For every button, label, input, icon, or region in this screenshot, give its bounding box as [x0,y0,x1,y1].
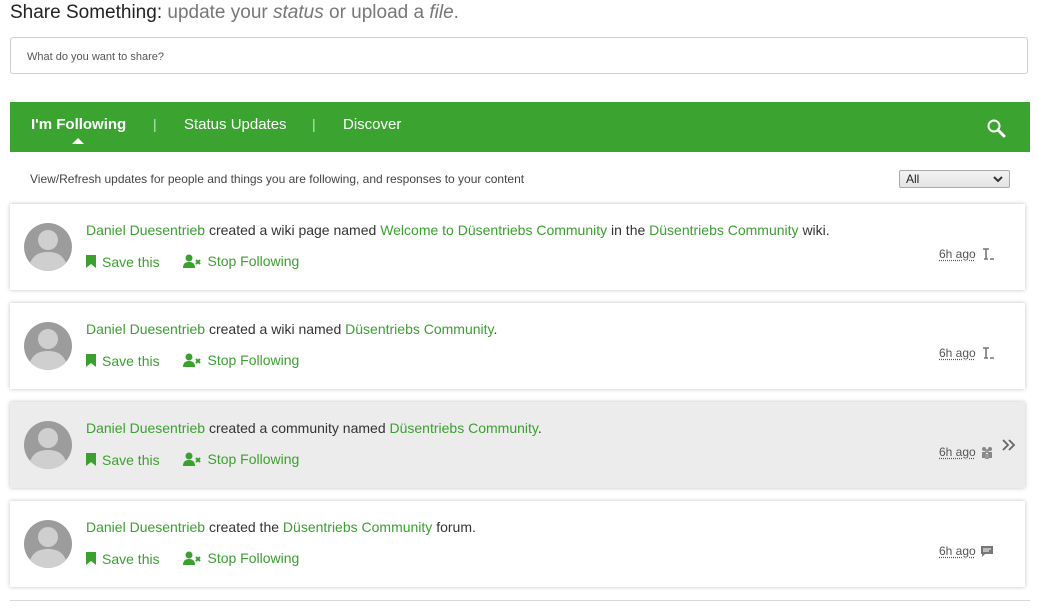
filter-description: View/Refresh updates for people and thin… [30,172,525,186]
share-heading: Share Something: update your status or u… [10,2,459,24]
filter-select[interactable]: All [899,170,1010,188]
unfollow-user-icon [183,452,202,466]
target-link[interactable]: Düsentriebs Community [345,321,493,337]
entry-actions: Save this Stop Following [86,352,319,370]
tab-discover[interactable]: Discover [343,116,401,133]
share-input[interactable] [25,46,1009,68]
stop-following-label: Stop Following [207,253,300,269]
entry-verb: created a wiki named [208,321,342,337]
share-text-end: . [453,2,459,23]
save-this-button[interactable]: Save this [86,551,160,567]
entry-tail: . [493,321,498,337]
entry-time: 6h ago [939,544,976,558]
entry-sentence: Daniel Duesentrieb created a wiki page n… [86,222,830,238]
user-link[interactable]: Daniel Duesentrieb [86,321,205,337]
save-this-label: Save this [102,451,160,468]
bookmark-icon [86,255,96,268]
active-tab-caret-icon [72,138,84,144]
entry-sentence: Daniel Duesentrieb created a wiki named … [86,321,497,337]
user-link[interactable]: Daniel Duesentrieb [86,222,205,238]
save-this-button[interactable]: Save this [86,254,160,270]
stop-following-button[interactable]: Stop Following [183,451,299,467]
entry-actions: Save this Stop Following [86,253,319,271]
unfollow-user-icon [183,551,202,565]
file-link[interactable]: file [429,2,453,23]
entry-meta: 6h ago [939,247,994,261]
expand-chevron-icon[interactable] [1001,438,1017,452]
share-box[interactable] [10,37,1028,74]
entry-time: 6h ago [939,346,976,360]
share-text-part2: or upload a [329,2,425,23]
save-this-label: Save this [102,550,160,567]
activity-entry: Daniel Duesentrieb created the Düsentrie… [10,501,1025,587]
stop-following-label: Stop Following [207,352,300,368]
divider [10,600,1030,601]
entry-verb: created a community named [208,420,386,436]
user-link[interactable]: Daniel Duesentrieb [86,519,205,535]
entry-tail: . [537,420,542,436]
stop-following-button[interactable]: Stop Following [183,253,299,269]
stream-navbar: I'm Following | Status Updates | Discove… [10,102,1030,152]
avatar[interactable] [24,520,72,568]
save-this-label: Save this [102,253,160,270]
avatar[interactable] [24,322,72,370]
entry-time: 6h ago [939,247,976,261]
filter-selected-value: All [906,172,920,186]
nav-separator: | [153,116,157,132]
stop-following-label: Stop Following [207,550,300,566]
wiki-icon [982,347,994,359]
unfollow-user-icon [183,353,202,367]
bookmark-icon [86,354,96,367]
entry-verb: created the [208,519,280,535]
share-text-part1: update your [167,2,268,23]
nav-separator: | [312,116,316,132]
search-icon[interactable] [986,118,1006,138]
activity-entry: Daniel Duesentrieb created a wiki page n… [10,204,1025,290]
activity-entry: Daniel Duesentrieb created a community n… [10,402,1025,488]
share-label: Share Something: [10,2,163,23]
stop-following-button[interactable]: Stop Following [183,352,299,368]
entry-actions: Save this Stop Following [86,451,319,469]
chevron-down-icon [993,176,1003,183]
target-link[interactable]: Düsentriebs Community [283,519,432,535]
bookmark-icon [86,552,96,565]
entry-meta: 6h ago [939,544,994,558]
entry-mid: in the [611,222,646,238]
activity-entry: Daniel Duesentrieb created a wiki named … [10,303,1025,389]
save-this-button[interactable]: Save this [86,452,160,468]
tab-status-updates[interactable]: Status Updates [184,116,287,133]
entry-sentence: Daniel Duesentrieb created a community n… [86,420,542,436]
status-link[interactable]: status [273,2,324,23]
save-this-label: Save this [102,352,160,369]
entry-tail: forum. [436,519,476,535]
entry-meta: 6h ago [939,445,994,459]
entry-tail: wiki. [802,222,830,238]
entry-verb: created a wiki page named [208,222,377,238]
forum-icon [980,546,993,557]
entry-time: 6h ago [939,445,976,459]
stop-following-label: Stop Following [207,451,300,467]
entry-sentence: Daniel Duesentrieb created the Düsentrie… [86,519,476,535]
wiki-page-icon [982,248,994,260]
avatar[interactable] [24,223,72,271]
entry-meta: 6h ago [939,346,994,360]
target-link[interactable]: Welcome to Düsentriebs Community [380,222,607,238]
unfollow-user-icon [183,254,202,268]
user-link[interactable]: Daniel Duesentrieb [86,420,205,436]
target-link[interactable]: Düsentriebs Community [390,420,538,436]
bookmark-icon [86,453,96,466]
entry-actions: Save this Stop Following [86,550,319,568]
stop-following-button[interactable]: Stop Following [183,550,299,566]
save-this-button[interactable]: Save this [86,353,160,369]
avatar[interactable] [24,421,72,469]
target2-link[interactable]: Düsentriebs Community [649,222,798,238]
tab-im-following[interactable]: I'm Following [31,116,126,133]
community-icon [981,447,992,459]
